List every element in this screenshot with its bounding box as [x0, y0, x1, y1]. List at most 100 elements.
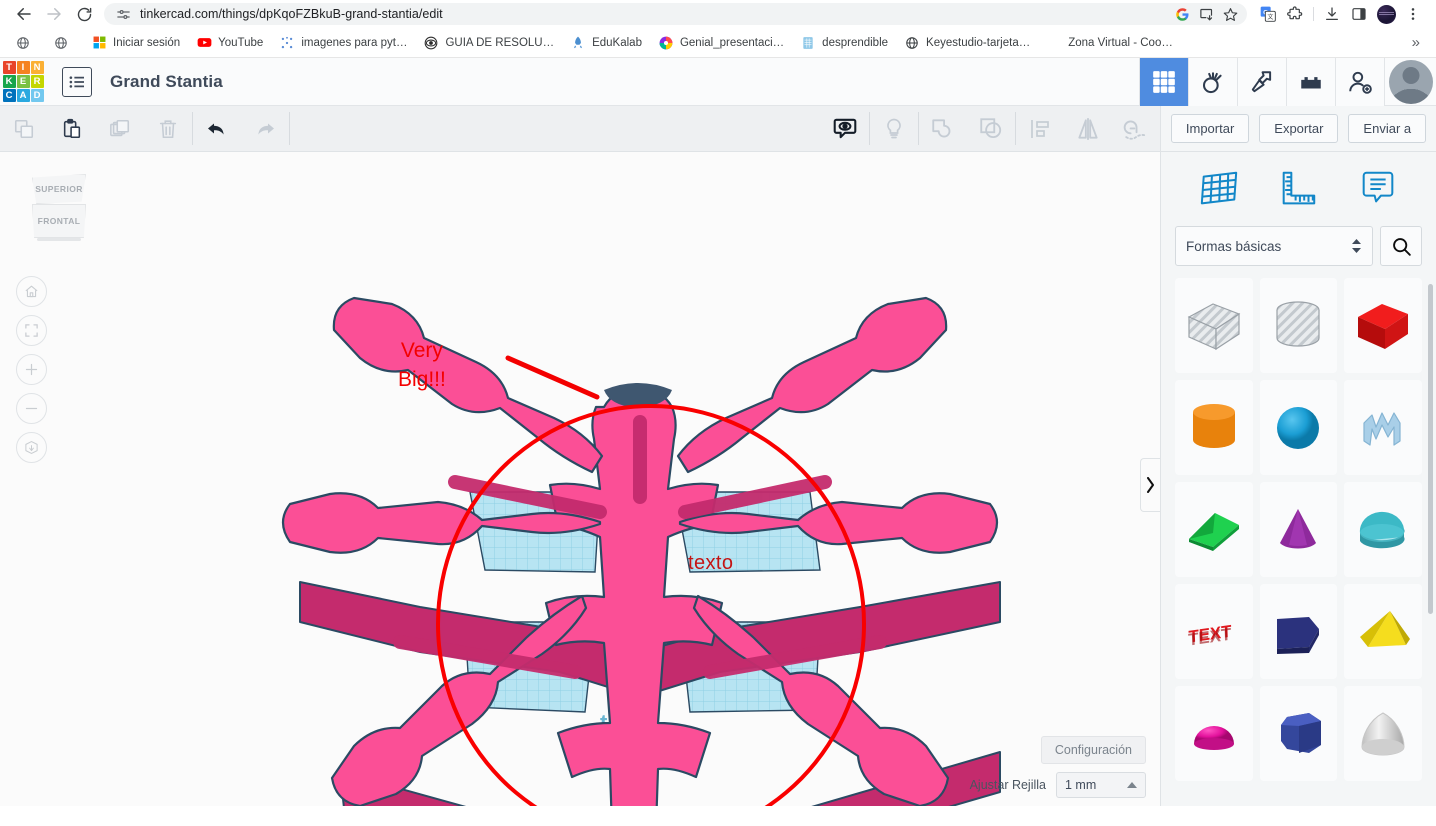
- magnet-icon[interactable]: [1112, 106, 1160, 152]
- grid-snap-select[interactable]: 1 mm: [1056, 772, 1146, 798]
- show-hide-button[interactable]: [821, 106, 869, 152]
- redo-button[interactable]: [241, 106, 289, 152]
- group-shapes-icon[interactable]: [919, 106, 967, 152]
- trash-icon[interactable]: [144, 106, 192, 152]
- view-cube[interactable]: SUPERIOR FRONTAL: [23, 172, 95, 244]
- downloads-icon[interactable]: [1319, 1, 1345, 27]
- duplicate-button[interactable]: [96, 106, 144, 152]
- url-text: tinkercad.com/things/dpKqoFZBkuB-grand-s…: [140, 7, 443, 21]
- note-bubble-icon[interactable]: [1352, 163, 1404, 215]
- bookmark-item-youtube[interactable]: YouTube: [189, 32, 270, 54]
- view-actions: [821, 106, 869, 151]
- shape-box[interactable]: [1344, 278, 1422, 373]
- codeblocks-button[interactable]: [1237, 58, 1286, 106]
- send-to-button[interactable]: Enviar a: [1348, 114, 1426, 143]
- shape-cone[interactable]: [1260, 482, 1338, 577]
- undo-button[interactable]: [193, 106, 241, 152]
- bookmark-item-edukalab[interactable]: EduKalab: [563, 32, 649, 54]
- page-title[interactable]: Grand Stantia: [110, 72, 223, 92]
- workplane-grid-icon[interactable]: [1193, 163, 1245, 215]
- shape-paraboloid[interactable]: [1344, 686, 1422, 781]
- search-icon[interactable]: [1380, 226, 1422, 266]
- align-icon[interactable]: [1016, 106, 1064, 152]
- shape-hemisphere[interactable]: [1175, 686, 1253, 781]
- shape-roof[interactable]: [1175, 482, 1253, 577]
- tinkercad-logo[interactable]: T I N K E R C A D: [0, 61, 44, 102]
- moon-icon: [1046, 35, 1062, 51]
- fit-frame-icon[interactable]: [16, 315, 47, 346]
- header-tools: [1139, 58, 1436, 106]
- bookmark-item[interactable]: [8, 32, 44, 54]
- reload-icon[interactable]: [70, 0, 98, 28]
- shape-category-select[interactable]: Formas básicas: [1175, 226, 1373, 266]
- address-bar[interactable]: tinkercad.com/things/dpKqoFZBkuB-grand-s…: [104, 3, 1247, 25]
- shape-hole-box[interactable]: [1175, 278, 1253, 373]
- grid-snap-label: Ajustar Rejilla: [970, 778, 1046, 792]
- panel-tab-row: [1161, 152, 1436, 226]
- design-grid-button[interactable]: [1139, 58, 1188, 106]
- profile-avatar[interactable]: [1373, 1, 1399, 27]
- blocks-button[interactable]: [1286, 58, 1335, 106]
- annotation-text: Very Big!!!: [398, 336, 446, 394]
- ortho-cube-icon[interactable]: [16, 432, 47, 463]
- dots-icon: [279, 35, 295, 51]
- settings-button[interactable]: Configuración: [1041, 736, 1146, 764]
- shape-cylinder[interactable]: [1175, 380, 1253, 475]
- ungroup-shapes-icon[interactable]: [967, 106, 1015, 152]
- bookmark-item-desprendible[interactable]: desprendible: [793, 32, 895, 54]
- shape-polygon-prism[interactable]: [1260, 686, 1338, 781]
- bookmarks-overflow-button[interactable]: »: [1404, 32, 1428, 53]
- invite-button[interactable]: [1335, 58, 1384, 106]
- extensions-icon[interactable]: [1282, 1, 1308, 27]
- kebab-menu-icon[interactable]: [1400, 1, 1426, 27]
- side-panel-icon[interactable]: [1346, 1, 1372, 27]
- mirror-icon[interactable]: [1064, 106, 1112, 152]
- view-cube-front-face[interactable]: FRONTAL: [32, 204, 86, 238]
- shape-wedge[interactable]: [1260, 584, 1338, 679]
- 3d-canvas[interactable]: trab: [0, 152, 1160, 806]
- globe-icon: [904, 35, 920, 51]
- user-avatar[interactable]: [1384, 58, 1436, 106]
- shape-half-cylinder[interactable]: [1344, 482, 1422, 577]
- bookmark-item-zona-virtual[interactable]: Zona Virtual - Coo…: [1039, 32, 1180, 54]
- logo-letter: I: [17, 61, 30, 74]
- list-menu-icon[interactable]: [62, 67, 92, 97]
- bookmark-item-iniciar-sesion[interactable]: Iniciar sesión: [84, 32, 187, 54]
- shape-scribble[interactable]: [1344, 380, 1422, 475]
- bookmark-item-genial[interactable]: Genial_presentaci…: [651, 32, 791, 54]
- forward-arrow-icon[interactable]: [40, 0, 68, 28]
- bookmark-item-guia[interactable]: GUÍA DE RESOLU…: [416, 32, 561, 54]
- ruler-icon[interactable]: [1272, 163, 1324, 215]
- shape-sphere[interactable]: [1260, 380, 1338, 475]
- circuits-button[interactable]: [1188, 58, 1237, 106]
- tune-icon[interactable]: [114, 5, 132, 23]
- import-button[interactable]: Importar: [1171, 114, 1249, 143]
- plus-icon[interactable]: [16, 354, 47, 385]
- lightbulb-icon[interactable]: [870, 106, 918, 152]
- google-lens-icon[interactable]: [1171, 3, 1193, 25]
- history-actions: [193, 106, 289, 151]
- panel-collapse-toggle[interactable]: [1140, 458, 1160, 512]
- shape-text[interactable]: TEXT TEXT: [1175, 584, 1253, 679]
- shape-hole-cylinder[interactable]: [1260, 278, 1338, 373]
- bookmark-star-icon[interactable]: [1219, 3, 1241, 25]
- back-arrow-icon[interactable]: [10, 0, 38, 28]
- minus-icon[interactable]: [16, 393, 47, 424]
- export-button[interactable]: Exportar: [1259, 114, 1338, 143]
- google-translate-icon[interactable]: G文: [1255, 1, 1281, 27]
- copy-button[interactable]: [0, 106, 48, 152]
- shapes-grid-wrap[interactable]: TEXT TEXT: [1161, 278, 1436, 806]
- bookmark-item[interactable]: [46, 32, 82, 54]
- paste-button[interactable]: [48, 106, 96, 152]
- bookmark-item-keyestudio[interactable]: Keyestudio-tarjeta…: [897, 32, 1037, 54]
- bookmark-label: GUÍA DE RESOLU…: [445, 37, 554, 49]
- bookmark-item-imagenes[interactable]: imagenes para pyt…: [272, 32, 414, 54]
- home-icon[interactable]: [16, 276, 47, 307]
- globe-icon: [53, 35, 69, 51]
- install-app-icon[interactable]: [1195, 3, 1217, 25]
- shape-pyramid[interactable]: [1344, 584, 1422, 679]
- grid-snap-value: 1 mm: [1065, 778, 1096, 792]
- view-cube-top-face[interactable]: SUPERIOR: [32, 174, 86, 204]
- logo-letter: R: [31, 75, 44, 88]
- panel-scrollbar[interactable]: [1428, 284, 1433, 614]
